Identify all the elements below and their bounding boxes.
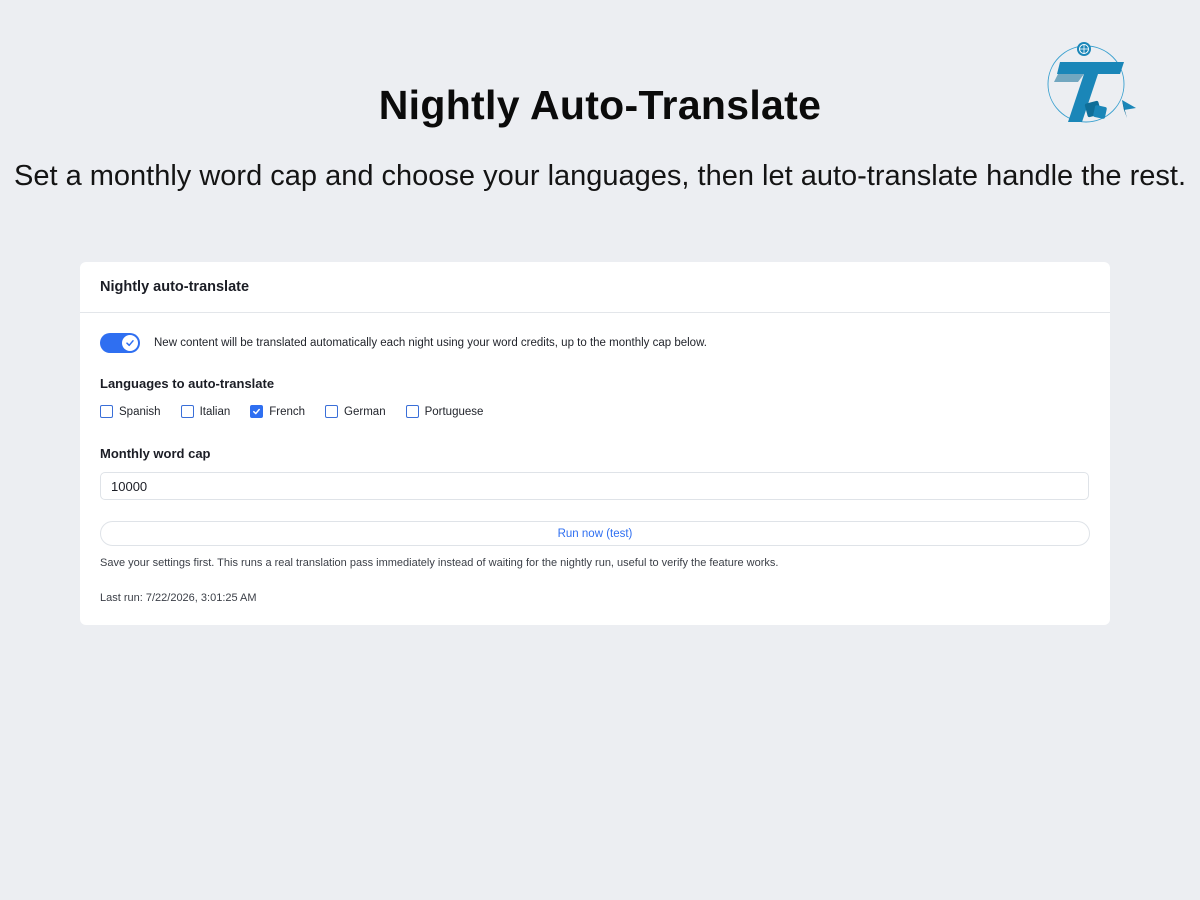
page-subtitle: Set a monthly word cap and choose your l… [13,160,1187,192]
auto-translate-toggle[interactable] [100,333,140,353]
spanish-checkbox[interactable] [100,405,113,418]
language-label: Spanish [119,405,161,418]
languages-label: Languages to auto-translate [100,376,275,391]
language-label: French [269,405,306,418]
page-title: Nightly Auto-Translate [378,82,822,128]
french-checkbox[interactable] [250,405,264,418]
word-cap-label: Monthly word cap [100,446,211,461]
last-run-status: Last run: 7/22/2026, 3:01:25 AM [100,592,257,604]
checkmark-icon [253,408,261,415]
run-help-text: Save your settings first. This runs a re… [100,557,779,569]
language-option-german[interactable]: German [325,405,386,418]
language-label: German [344,405,386,418]
app-logo [1044,38,1140,130]
german-checkbox[interactable] [325,405,339,418]
language-label: Italian [199,405,231,418]
languages-checkbox-group: Spanish Italian French German Portuguese [100,405,503,418]
language-option-spanish[interactable]: Spanish [100,405,161,418]
toggle-description: New content will be translated automatic… [154,337,707,349]
language-label: Portuguese [424,405,484,418]
check-icon [126,340,134,347]
auto-translate-toggle-row: New content will be translated automatic… [100,333,707,353]
run-now-button[interactable]: Run now (test) [100,521,1090,546]
settings-card: Nightly auto-translate New content will … [80,262,1110,625]
language-option-italian[interactable]: Italian [180,405,231,418]
language-option-portuguese[interactable]: Portuguese [405,405,484,418]
language-option-french[interactable]: French [250,405,305,418]
portuguese-checkbox[interactable] [405,405,419,418]
translate-t-logo-icon [1047,42,1136,123]
card-header: Nightly auto-translate [80,262,1110,313]
toggle-knob [122,335,138,351]
italian-checkbox[interactable] [180,405,194,418]
word-cap-input[interactable] [100,472,1089,500]
